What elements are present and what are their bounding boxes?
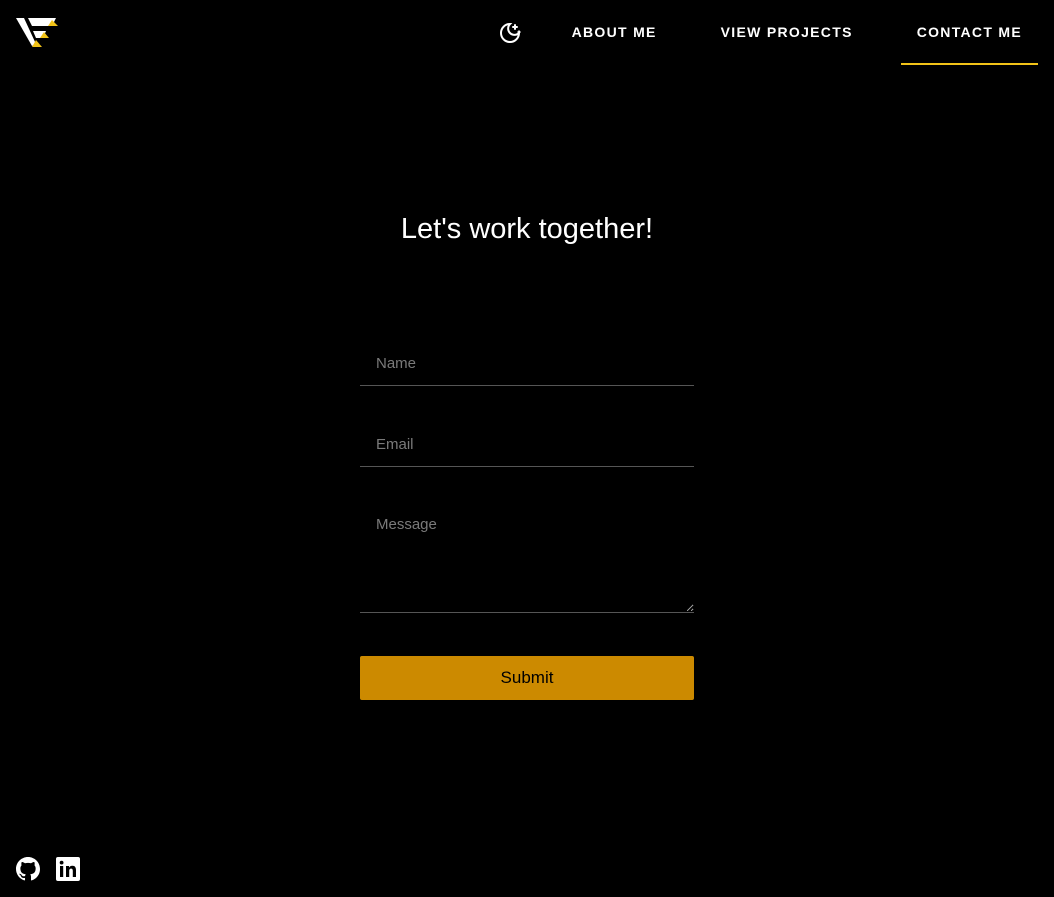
logo[interactable] [14,14,58,50]
message-textarea[interactable] [360,504,694,613]
github-icon[interactable] [16,857,40,881]
main-nav: ABOUT ME VIEW PROJECTS CONTACT ME [498,0,1038,65]
contact-form: Submit [360,342,694,700]
nav-contact-me[interactable]: CONTACT ME [900,0,1038,65]
name-input[interactable] [360,342,694,386]
submit-button[interactable]: Submit [360,656,694,700]
moon-stars-icon[interactable] [498,21,522,45]
social-links [16,857,80,881]
linkedin-icon[interactable] [56,857,80,881]
nav-view-projects[interactable]: VIEW PROJECTS [705,0,869,65]
email-input[interactable] [360,423,694,467]
page-title: Let's work together! [400,213,654,245]
nav-about-me[interactable]: ABOUT ME [556,0,673,65]
